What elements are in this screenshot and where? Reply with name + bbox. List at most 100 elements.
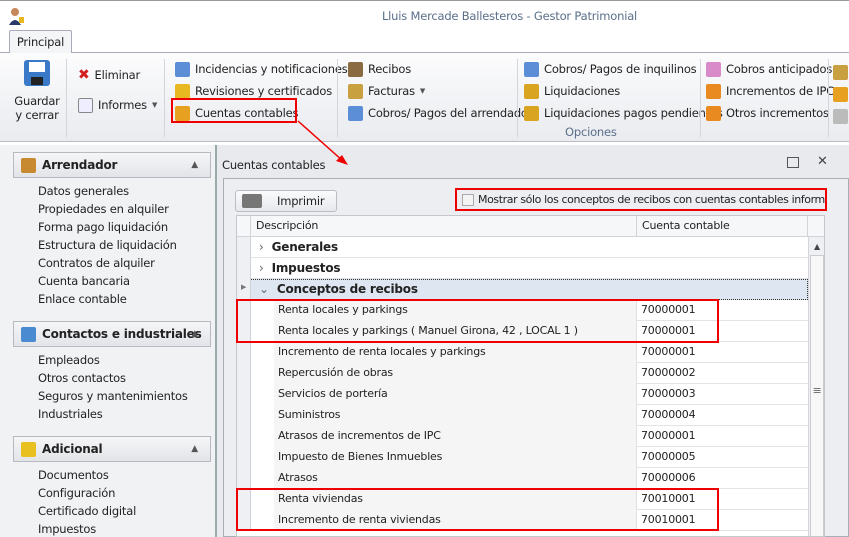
cell-account[interactable]: 70000003 — [637, 384, 808, 405]
sidebar-item[interactable]: Estructura de liquidación — [38, 238, 177, 252]
calculator-icon — [348, 105, 363, 121]
group-row[interactable]: › Impuestos — [237, 258, 808, 279]
collapse-chevron-icon[interactable]: ▲ — [191, 444, 198, 454]
chevron-right-icon[interactable]: › — [259, 240, 264, 254]
sidebar-item[interactable]: Seguros y mantenimientos — [38, 389, 188, 403]
sidebar-item[interactable]: Industriales — [38, 407, 103, 421]
cell-description[interactable]: Impuesto de Bienes Inmuebles — [274, 447, 637, 468]
save-icon — [24, 60, 50, 86]
ribbon-item-label: Incidencias y notificaciones — [195, 62, 348, 76]
panel-title: Cuentas contables — [222, 158, 326, 172]
cell-account[interactable]: 70000002 — [637, 363, 808, 384]
column-header-account[interactable]: Cuenta contable — [637, 216, 808, 237]
cell-account[interactable]: 70000006 — [637, 468, 808, 489]
increase-icon — [706, 105, 721, 121]
ribbon-item-9[interactable]: Cobros anticipados — [706, 59, 832, 79]
dropdown-arrow-icon: ▼ — [151, 101, 158, 109]
ribbon-item-0[interactable]: Incidencias y notificaciones — [175, 59, 348, 79]
table-row[interactable]: Repercusión de obras 70000002 — [237, 363, 808, 384]
collapse-chevron-icon[interactable]: ▲ — [191, 329, 198, 339]
extra-ribbon-icon-3[interactable] — [833, 109, 848, 124]
cell-account[interactable]: 70000004 — [637, 405, 808, 426]
extra-ribbon-icon-1[interactable] — [833, 65, 848, 80]
collapse-chevron-icon[interactable]: ▲ — [191, 160, 198, 170]
group-row[interactable]: › Generales — [237, 237, 808, 258]
cell-description[interactable]: Repercusión de obras — [274, 363, 637, 384]
row-indicator — [237, 405, 251, 426]
ribbon-item-label: Recibos — [368, 62, 411, 76]
table-row[interactable]: Impuesto de Bienes Inmuebles 70000005 — [237, 447, 808, 468]
restore-icon[interactable] — [787, 157, 799, 168]
reports-dropdown[interactable]: Informes ▼ — [78, 95, 157, 115]
contacts-icon — [21, 326, 36, 342]
sidebar-item[interactable]: Enlace contable — [38, 292, 127, 306]
table-row[interactable]: Atrasos 70000006 — [237, 468, 808, 489]
cell-account[interactable]: 70000005 — [637, 447, 808, 468]
tenant-payments-icon — [524, 61, 539, 77]
cell-description[interactable]: Suministros — [274, 405, 637, 426]
sidebar-item[interactable]: Documentos — [38, 468, 109, 482]
close-icon[interactable]: ✕ — [817, 154, 828, 169]
title-bar: Lluis Mercade Ballesteros - Gestor Patri… — [0, 0, 849, 30]
sidebar-item[interactable]: Configuración — [38, 486, 115, 500]
cell-description[interactable]: Incremento de renta locales y parkings — [274, 342, 637, 363]
sidebar-item[interactable]: Otros contactos — [38, 371, 126, 385]
ribbon-item-5[interactable]: Cobros/ Pagos del arrendador — [348, 103, 532, 123]
sidebar-section-2[interactable]: Adicional ▲ — [13, 436, 211, 462]
cell-account[interactable]: 70000001 — [637, 426, 808, 447]
dropdown-arrow-icon: ▼ — [419, 87, 426, 95]
settlement-icon — [524, 83, 539, 99]
ribbon-item-6[interactable]: Cobros/ Pagos de inquilinos — [524, 59, 697, 79]
table-row[interactable]: Atrasos de incrementos de IPC 70000001 — [237, 426, 808, 447]
reports-label: Informes — [98, 98, 147, 112]
cell-description[interactable]: Servicios de portería — [274, 384, 637, 405]
checkbox-box[interactable] — [462, 193, 474, 206]
table-row[interactable]: Incremento de renta locales y parkings 70… — [237, 342, 808, 363]
save-close-button[interactable]: Guardar y cerrar — [10, 59, 64, 122]
table-row[interactable]: Servicios de portería 70000003 — [237, 384, 808, 405]
ribbon-item-label: Incrementos de IPC — [726, 84, 835, 98]
cell-description[interactable]: Atrasos de incrementos de IPC — [274, 426, 637, 447]
chevron-right-icon[interactable]: › — [259, 261, 264, 275]
sidebar-item[interactable]: Propiedades en alquiler — [38, 202, 169, 216]
chevron-down-icon[interactable]: ⌄ — [259, 282, 269, 296]
column-header-description[interactable]: Descripción — [251, 216, 637, 237]
section-title: Adicional — [42, 442, 103, 456]
vertical-scrollbar[interactable]: ▲ ≡ — [808, 237, 824, 536]
sidebar-item[interactable]: Empleados — [38, 353, 100, 367]
section-title: Contactos e industriales — [42, 327, 202, 341]
row-indicator — [237, 363, 251, 384]
sidebar-item[interactable]: Cuenta bancaria — [38, 274, 130, 288]
cell-account[interactable]: 70000001 — [637, 342, 808, 363]
bell-certificate-icon — [175, 83, 190, 99]
print-button[interactable]: Imprimir — [235, 190, 337, 212]
cell-description[interactable]: Atrasos — [274, 468, 637, 489]
scroll-thumb[interactable]: ≡ — [810, 255, 824, 536]
ribbon-item-11[interactable]: Otros incrementos — [706, 103, 829, 123]
delete-button[interactable]: ✖ Eliminar — [78, 65, 140, 85]
sidebar-item[interactable]: Datos generales — [38, 184, 129, 198]
table-row[interactable]: Suministros 70000004 — [237, 405, 808, 426]
tab-principal[interactable]: Principal — [9, 30, 72, 53]
window-title: Lluis Mercade Ballesteros - Gestor Patri… — [381, 9, 638, 23]
filter-checkbox[interactable]: Mostrar sólo los conceptos de recibos co… — [455, 188, 827, 211]
ribbon-item-7[interactable]: Liquidaciones — [524, 81, 620, 101]
ribbon-item-label: Otros incrementos — [726, 106, 829, 120]
sidebar-item[interactable]: Certificado digital — [38, 504, 136, 518]
grid-header-corner — [808, 216, 824, 237]
sidebar-item[interactable]: Forma pago liquidación — [38, 220, 168, 234]
ribbon-item-4[interactable]: Facturas ▼ — [348, 81, 425, 101]
ribbon-item-3[interactable]: Recibos — [348, 59, 411, 79]
ribbon-item-10[interactable]: Incrementos de IPC — [706, 81, 834, 101]
printer-icon — [242, 194, 262, 208]
row-indicator — [237, 447, 251, 468]
sidebar-section-1[interactable]: Contactos e industriales ▲ — [13, 321, 211, 347]
sidebar-item[interactable]: Impuestos — [38, 522, 96, 536]
extra-ribbon-icon-2[interactable] — [833, 87, 848, 102]
group-label-opciones: Opciones — [565, 125, 617, 139]
ribbon-item-8[interactable]: Liquidaciones pagos pendientes — [524, 103, 723, 123]
sidebar-section-0[interactable]: Arrendador ▲ — [13, 152, 211, 178]
group-row[interactable]: ▶ ⌄ Conceptos de recibos — [237, 279, 808, 300]
sidebar-item[interactable]: Contratos de alquiler — [38, 256, 155, 270]
scroll-up-icon[interactable]: ▲ — [809, 237, 824, 251]
